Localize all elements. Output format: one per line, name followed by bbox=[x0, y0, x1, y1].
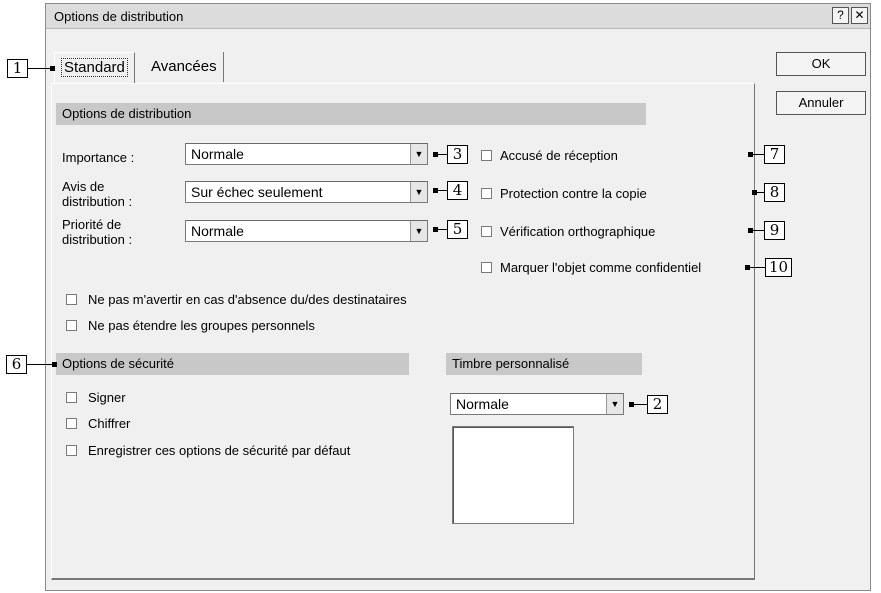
receipt-label: Accusé de réception bbox=[500, 148, 618, 163]
callout-10: 10 bbox=[765, 258, 792, 277]
receipt-checkbox[interactable] bbox=[481, 150, 492, 161]
callout-7-leader bbox=[748, 154, 764, 155]
importance-select[interactable]: Normale ▼ bbox=[185, 143, 428, 165]
spellcheck-checkbox[interactable] bbox=[481, 226, 492, 237]
callout-10-leader bbox=[745, 267, 765, 268]
tab-advanced[interactable]: Avancées bbox=[145, 52, 224, 82]
tab-standard-label: Standard bbox=[61, 58, 128, 77]
notification-label-line2: distribution : bbox=[62, 194, 133, 209]
no-absence-notice-checkbox[interactable] bbox=[66, 294, 77, 305]
encrypt-label: Chiffrer bbox=[88, 416, 131, 431]
callout-5-leader bbox=[433, 229, 447, 230]
no-absence-notice-label: Ne pas m'avertir en cas d'absence du/des… bbox=[88, 292, 407, 307]
spellcheck-label: Vérification orthographique bbox=[500, 224, 656, 239]
priority-label-line1: Priorité de bbox=[62, 217, 122, 232]
callout-6-dot bbox=[52, 362, 57, 367]
callout-1: 1 bbox=[7, 59, 28, 78]
chevron-down-icon: ▼ bbox=[606, 394, 623, 414]
callout-5: 5 bbox=[447, 220, 468, 239]
save-security-default-label: Enregistrer ces options de sécurité par … bbox=[88, 443, 351, 458]
callout-4-leader bbox=[433, 190, 447, 191]
tab-advanced-label: Avancées bbox=[151, 58, 217, 75]
encrypt-checkbox[interactable] bbox=[66, 418, 77, 429]
sign-checkbox[interactable] bbox=[66, 392, 77, 403]
callout-3-leader bbox=[433, 154, 447, 155]
callout-2-leader bbox=[629, 404, 647, 405]
confidential-checkbox[interactable] bbox=[481, 262, 492, 273]
chevron-down-icon: ▼ bbox=[410, 182, 427, 202]
no-expand-groups-label: Ne pas étendre les groupes personnels bbox=[88, 318, 315, 333]
stamp-value: Normale bbox=[456, 396, 509, 412]
no-expand-groups-checkbox[interactable] bbox=[66, 320, 77, 331]
callout-7: 7 bbox=[764, 145, 785, 164]
callout-9: 9 bbox=[764, 221, 785, 240]
notification-label-line1: Avis de bbox=[62, 179, 105, 194]
title-bar: Options de distribution ? ✕ bbox=[46, 4, 870, 29]
chevron-down-icon: ▼ bbox=[410, 221, 427, 241]
stamp-preview bbox=[452, 426, 574, 524]
callout-1-dot bbox=[50, 66, 55, 71]
priority-select[interactable]: Normale ▼ bbox=[185, 220, 428, 242]
custom-stamp-header: Timbre personnalisé bbox=[446, 353, 642, 375]
callout-3: 3 bbox=[447, 145, 468, 164]
callout-4: 4 bbox=[447, 181, 468, 200]
save-security-default-checkbox[interactable] bbox=[66, 445, 77, 456]
chevron-down-icon: ▼ bbox=[410, 144, 427, 164]
help-button[interactable]: ? bbox=[832, 7, 849, 24]
delivery-options-header: Options de distribution bbox=[56, 103, 646, 125]
dialog-title: Options de distribution bbox=[54, 9, 184, 24]
notification-select[interactable]: Sur échec seulement ▼ bbox=[185, 181, 428, 203]
copy-protection-checkbox[interactable] bbox=[481, 188, 492, 199]
notification-value: Sur échec seulement bbox=[191, 184, 323, 200]
security-options-header: Options de sécurité bbox=[56, 353, 409, 375]
close-button[interactable]: ✕ bbox=[851, 7, 868, 24]
priority-value: Normale bbox=[191, 223, 244, 239]
priority-label-line2: distribution : bbox=[62, 232, 133, 247]
callout-9-leader bbox=[748, 230, 764, 231]
importance-value: Normale bbox=[191, 146, 244, 162]
copy-protection-label: Protection contre la copie bbox=[500, 186, 647, 201]
callout-8-leader bbox=[752, 192, 764, 193]
sign-label: Signer bbox=[88, 390, 126, 405]
callout-8: 8 bbox=[764, 183, 785, 202]
cancel-button[interactable]: Annuler bbox=[776, 91, 866, 115]
confidential-label: Marquer l'objet comme confidentiel bbox=[500, 260, 702, 275]
ok-button[interactable]: OK bbox=[776, 52, 866, 76]
callout-6: 6 bbox=[6, 355, 27, 374]
importance-label: Importance : bbox=[62, 150, 135, 165]
stamp-select[interactable]: Normale ▼ bbox=[450, 393, 624, 415]
tab-standard[interactable]: Standard bbox=[54, 52, 135, 83]
callout-2: 2 bbox=[647, 395, 668, 414]
